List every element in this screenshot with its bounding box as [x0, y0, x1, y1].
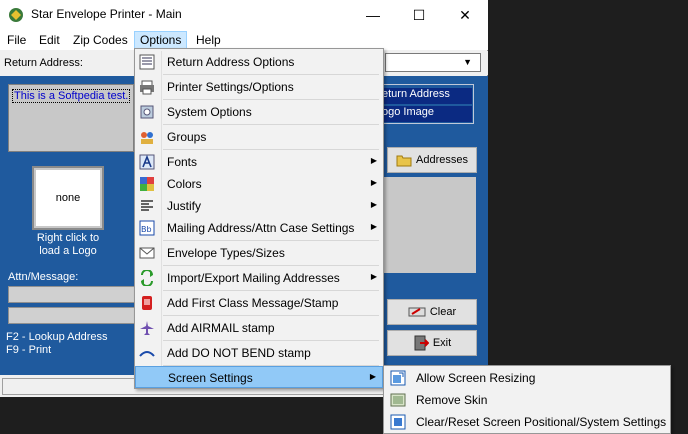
- logo-box[interactable]: none: [36, 170, 100, 226]
- menu-item-groups[interactable]: Groups: [135, 126, 383, 148]
- f9-hint: F9 - Print: [6, 344, 52, 356]
- return-address-text[interactable]: This is a Softpedia test.: [8, 84, 134, 152]
- menu-item-envelope-types[interactable]: Envelope Types/Sizes: [135, 242, 383, 264]
- import-export-icon: [141, 270, 153, 286]
- menu-edit[interactable]: Edit: [34, 31, 65, 49]
- colors-icon: [140, 177, 154, 191]
- menu-separator: [163, 149, 379, 150]
- resize-icon: [390, 370, 406, 386]
- exit-icon: [414, 335, 429, 351]
- svg-text:Bb: Bb: [141, 225, 152, 234]
- menu-separator: [163, 315, 379, 316]
- screen-settings-submenu: Allow Screen Resizing Remove Skin Clear/…: [383, 365, 671, 434]
- reset-icon: [390, 414, 406, 430]
- submenu-arrow-icon: ▶: [370, 222, 377, 231]
- attn-field-2[interactable]: [8, 307, 136, 324]
- menu-item-first-class-stamp[interactable]: Add First Class Message/Stamp: [135, 292, 383, 314]
- fonts-icon: [139, 154, 155, 170]
- airmail-icon: [140, 321, 154, 335]
- window-title: Star Envelope Printer - Main: [31, 7, 182, 21]
- folder-icon: [396, 155, 412, 167]
- f2-hint: F2 - Lookup Address: [6, 331, 108, 343]
- menu-file[interactable]: File: [2, 31, 31, 49]
- menu-bar: File Edit Zip Codes Options Help: [0, 30, 488, 50]
- logo-value: none: [55, 192, 81, 204]
- return-address-label: Return Address:: [4, 57, 83, 69]
- addresses-button[interactable]: Addresses: [387, 147, 477, 173]
- submenu-arrow-icon: ▶: [369, 372, 376, 381]
- justify-icon: [141, 200, 153, 211]
- maximize-button[interactable]: ☐: [396, 0, 442, 30]
- submenu-arrow-icon: ▶: [370, 200, 377, 209]
- menu-zip-codes[interactable]: Zip Codes: [68, 31, 133, 49]
- system-options-icon: [140, 105, 154, 119]
- menu-item-fonts[interactable]: Fonts ▶: [135, 151, 383, 173]
- menu-item-do-not-bend-stamp[interactable]: Add DO NOT BEND stamp: [135, 342, 383, 364]
- submenu-item-allow-resizing[interactable]: Allow Screen Resizing: [384, 367, 670, 389]
- app-icon: [9, 8, 23, 22]
- envelope-icon: [139, 247, 155, 259]
- option-logo-image[interactable]: ogo Image: [380, 106, 472, 122]
- menu-separator: [163, 240, 379, 241]
- menu-separator: [163, 290, 379, 291]
- menu-item-justify[interactable]: Justify ▶: [135, 195, 383, 217]
- addresses-label: Addresses: [416, 154, 468, 166]
- clear-label: Clear: [429, 306, 457, 318]
- options-menu: Return Address Options Printer Settings/…: [134, 48, 384, 389]
- menu-item-colors[interactable]: Colors ▶: [135, 173, 383, 195]
- eraser-icon: [408, 307, 426, 317]
- submenu-item-reset-settings[interactable]: Clear/Reset Screen Positional/System Set…: [384, 411, 670, 433]
- clear-button[interactable]: Clear: [387, 299, 477, 325]
- submenu-arrow-icon: ▶: [370, 156, 377, 165]
- case-settings-icon: Bb: [139, 220, 155, 236]
- menu-separator: [163, 265, 379, 266]
- attn-field-1[interactable]: [8, 286, 136, 303]
- minimize-button[interactable]: —: [350, 0, 396, 30]
- menu-separator: [163, 74, 379, 75]
- menu-options[interactable]: Options: [134, 31, 188, 49]
- menu-item-airmail-stamp[interactable]: Add AIRMAIL stamp: [135, 317, 383, 339]
- submenu-arrow-icon: ▶: [370, 178, 377, 187]
- option-return-address[interactable]: eturn Address: [380, 88, 472, 104]
- logo-hint: Right click to load a Logo: [36, 232, 100, 257]
- address-preview: [380, 177, 476, 273]
- groups-icon: [141, 132, 153, 144]
- menu-item-printer-settings[interactable]: Printer Settings/Options: [135, 76, 383, 98]
- exit-label: Exit: [432, 337, 452, 349]
- menu-help[interactable]: Help: [191, 31, 226, 49]
- menu-separator: [163, 124, 379, 125]
- exit-button[interactable]: Exit: [387, 330, 477, 356]
- chevron-down-icon: ▼: [463, 57, 472, 67]
- close-button[interactable]: ✕: [442, 0, 488, 30]
- menu-item-screen-settings[interactable]: Screen Settings ▶: [135, 366, 383, 388]
- submenu-item-remove-skin[interactable]: Remove Skin: [384, 389, 670, 411]
- attn-message-label: Attn/Message:: [8, 271, 79, 283]
- return-address-icon: [139, 54, 155, 70]
- skin-icon: [390, 393, 406, 407]
- menu-separator: [163, 99, 379, 100]
- menu-item-import-export[interactable]: Import/Export Mailing Addresses ▶: [135, 267, 383, 289]
- menu-separator: [163, 340, 379, 341]
- menu-item-system-options[interactable]: System Options: [135, 101, 383, 123]
- return-address-dropdown[interactable]: ▼: [385, 53, 481, 72]
- menu-item-return-address-options[interactable]: Return Address Options: [135, 51, 383, 73]
- return-address-value: This is a Softpedia test.: [12, 89, 131, 103]
- title-bar: Star Envelope Printer - Main — ☐ ✕: [0, 0, 488, 30]
- stamp-icon: [142, 296, 152, 310]
- submenu-arrow-icon: ▶: [370, 272, 377, 281]
- menu-item-case-settings[interactable]: Bb Mailing Address/Attn Case Settings ▶: [135, 217, 383, 239]
- printer-icon: [140, 80, 154, 95]
- do-not-bend-icon: [139, 351, 155, 357]
